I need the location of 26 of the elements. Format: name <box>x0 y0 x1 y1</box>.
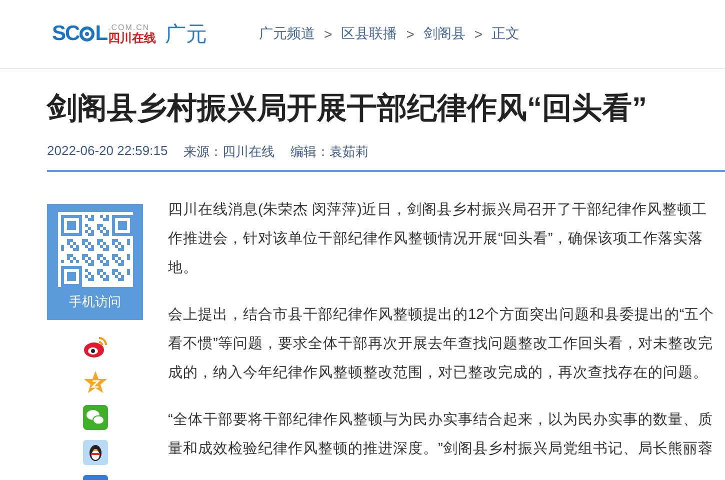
breadcrumb-separator: > <box>474 26 483 42</box>
logo-text[interactable]: SC <box>52 22 80 46</box>
breadcrumb-link[interactable]: 广元频道 <box>259 25 316 43</box>
article-paragraph: 四川在线消息(朱荣杰 闵萍萍)近日，剑阁县乡村振兴局召开了干部纪律作风整顿工作推进会，针对该单位干部纪律作风整顿情况开展“回头看”，确保该项工作落实落地。 <box>168 200 708 278</box>
penguin-icon[interactable] <box>82 440 108 465</box>
article-paragraph: “全体干部要将干部纪律作风整顿与为民办实事结合起来，以为民办实事的数量、质量和成效检验纪律作风整顿的推进深度。”剑阁县乡村振兴局党组书记、局长熊丽蓉 <box>168 410 714 459</box>
article-source: 来源：四川在线 <box>184 143 275 161</box>
logo-text[interactable]: L <box>95 22 108 46</box>
publish-date: 2022-06-20 22:59:15 <box>47 143 168 160</box>
logo-name: 四川在线 <box>108 32 156 44</box>
qr-code-icon <box>58 212 132 287</box>
article-title: 剑阁县乡村振兴局开展干部纪律作风“回头看” <box>47 91 648 127</box>
article-editor: 编辑：袁茹莉 <box>290 143 369 161</box>
breadcrumb-separator: > <box>406 26 414 42</box>
weibo-icon[interactable] <box>82 335 108 360</box>
breadcrumb-link[interactable]: 剑阁县 <box>423 25 466 43</box>
channel-name[interactable]: 广元 <box>165 20 208 48</box>
qr-caption: 手机访问 <box>69 293 121 311</box>
logo-ring-icon[interactable] <box>79 26 96 42</box>
breadcrumb-link[interactable]: 正文 <box>492 25 520 43</box>
article-paragraph: 会上提出，结合市县干部纪律作风整顿提出的12个方面突出问题和县委提出的“五个看不惯”等问题，要求全体干部再次开展去年查找问题整改工作回头看，对未整改完成的，纳入今年纪律作风整顿整改范围，对已整改完成的，再次查找存在的问题。 <box>168 306 716 383</box>
star-icon[interactable] <box>82 370 108 395</box>
breadcrumb-separator: > <box>324 26 332 42</box>
breadcrumb-link[interactable]: 区县联播 <box>341 25 398 43</box>
chat-bubbles-icon[interactable] <box>82 405 108 430</box>
logo-domain: .COM.CN <box>108 24 150 32</box>
